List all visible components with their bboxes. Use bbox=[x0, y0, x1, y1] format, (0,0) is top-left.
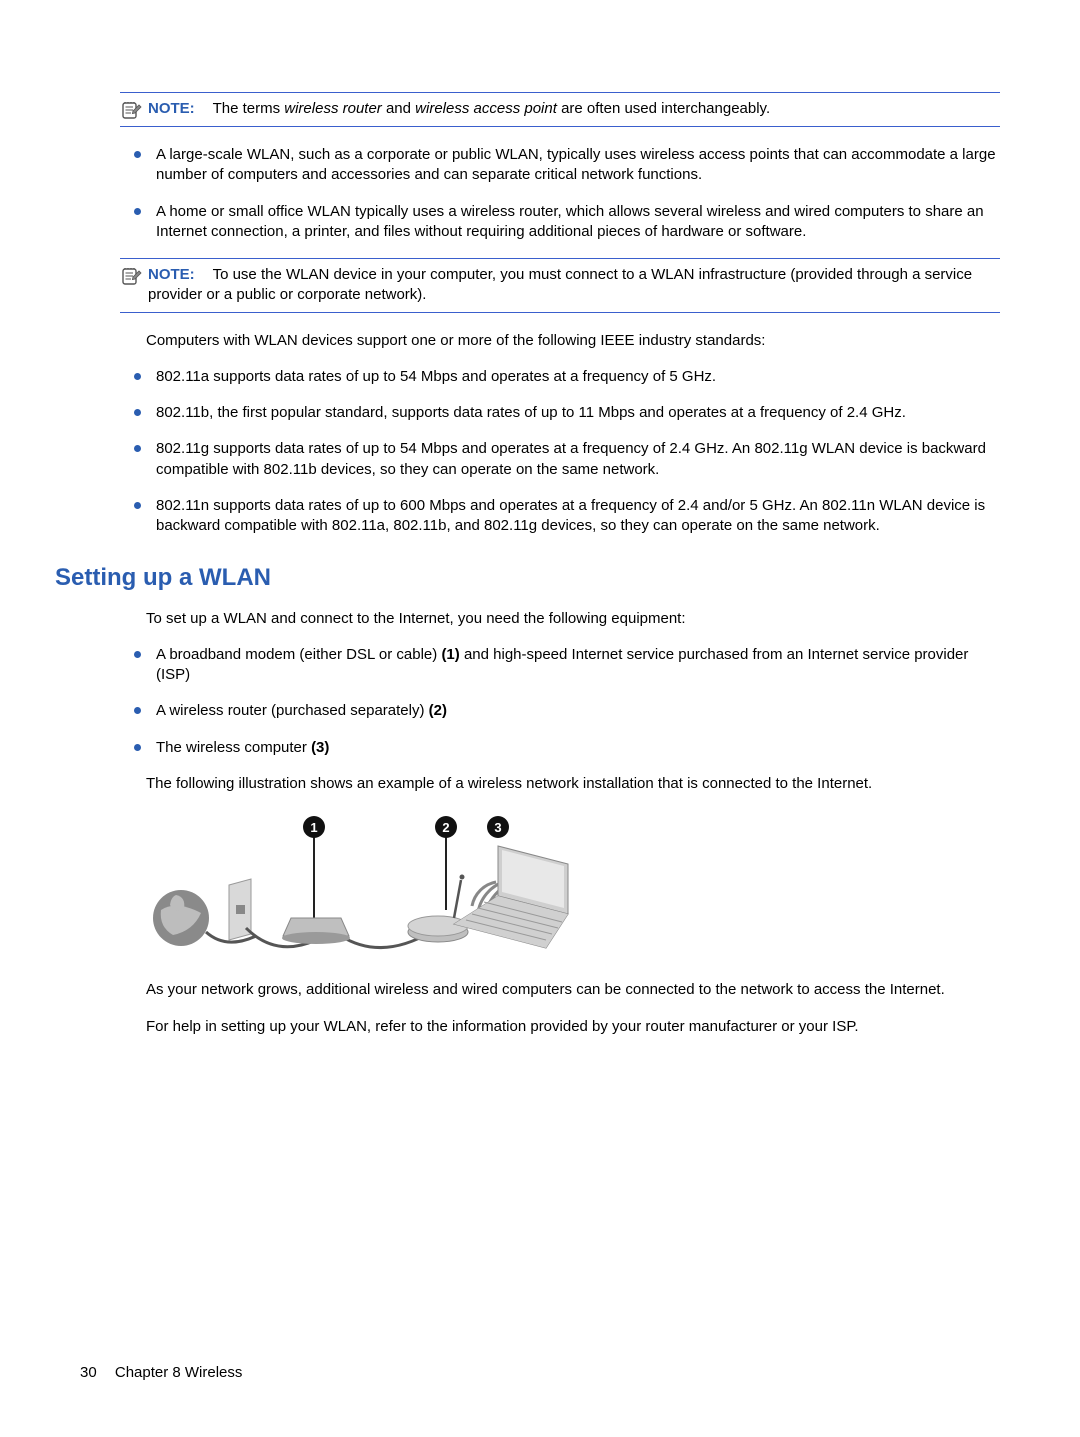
callout-2: 2 bbox=[435, 816, 457, 910]
note1-em2: wireless access point bbox=[415, 100, 557, 117]
note2-body: To use the WLAN device in your computer,… bbox=[148, 266, 972, 303]
page-number: 30 bbox=[80, 1364, 111, 1381]
bullet3-pre: The wireless computer bbox=[156, 739, 311, 756]
wlan-diagram: 1 2 3 bbox=[146, 810, 1000, 966]
list-item: 802.11n supports data rates of up to 600… bbox=[120, 496, 1000, 537]
bullet3-bold: (1) bbox=[441, 646, 459, 663]
note-text-2: NOTE: To use the WLAN device in your com… bbox=[148, 265, 1000, 306]
heading-setting-up-wlan: Setting up a WLAN bbox=[55, 562, 1000, 594]
bullet3-bold: (2) bbox=[429, 702, 447, 719]
note-block-1: NOTE: The terms wireless router and wire… bbox=[120, 92, 1000, 127]
svg-text:3: 3 bbox=[494, 820, 501, 835]
note-label: NOTE: bbox=[148, 100, 209, 117]
note-label: NOTE: bbox=[148, 266, 209, 283]
callout-1: 1 bbox=[303, 816, 325, 918]
page-footer: 30 Chapter 8 Wireless bbox=[80, 1363, 242, 1383]
chapter-title: Chapter 8 Wireless bbox=[115, 1364, 243, 1381]
list-item: The wireless computer (3) bbox=[120, 738, 1000, 758]
note1-mid: and bbox=[382, 100, 415, 117]
para-setup: To set up a WLAN and connect to the Inte… bbox=[146, 609, 1000, 629]
note-text-1: NOTE: The terms wireless router and wire… bbox=[148, 99, 1000, 119]
list-item: A wireless router (purchased separately)… bbox=[120, 701, 1000, 721]
callout-3: 3 bbox=[487, 816, 509, 838]
bullet-text: A home or small office WLAN typically us… bbox=[156, 203, 984, 240]
svg-text:2: 2 bbox=[442, 820, 449, 835]
bullet3-pre: A broadband modem (either DSL or cable) bbox=[156, 646, 441, 663]
bullet-text: A large-scale WLAN, such as a corporate … bbox=[156, 146, 996, 183]
para-standards: Computers with WLAN devices support one … bbox=[146, 331, 1000, 351]
para-help: For help in setting up your WLAN, refer … bbox=[146, 1017, 1000, 1037]
note1-em1: wireless router bbox=[284, 100, 382, 117]
bullet3-pre: A wireless router (purchased separately) bbox=[156, 702, 429, 719]
note-icon bbox=[120, 100, 142, 120]
para-network-grows: As your network grows, additional wirele… bbox=[146, 980, 1000, 1000]
page: NOTE: The terms wireless router and wire… bbox=[0, 0, 1080, 1437]
list-item: A broadband modem (either DSL or cable) … bbox=[120, 645, 1000, 686]
router-icon bbox=[408, 875, 468, 943]
note-icon bbox=[120, 266, 142, 286]
page-content: NOTE: The terms wireless router and wire… bbox=[120, 92, 1000, 1037]
bullet-text: 802.11n supports data rates of up to 600… bbox=[156, 497, 985, 534]
list-item: 802.11b, the first popular standard, sup… bbox=[120, 403, 1000, 423]
list-item: 802.11g supports data rates of up to 54 … bbox=[120, 439, 1000, 480]
bullet-list-standards: 802.11a supports data rates of up to 54 … bbox=[120, 367, 1000, 537]
modem-icon bbox=[282, 918, 350, 944]
note1-post: are often used interchangeably. bbox=[557, 100, 770, 117]
globe-icon bbox=[153, 890, 209, 946]
bullet-list-wlan-types: A large-scale WLAN, such as a corporate … bbox=[120, 145, 1000, 242]
list-item: A home or small office WLAN typically us… bbox=[120, 202, 1000, 243]
bullet-text: 802.11g supports data rates of up to 54 … bbox=[156, 440, 986, 477]
bullet3-bold: (3) bbox=[311, 739, 329, 756]
bullet-list-equipment: A broadband modem (either DSL or cable) … bbox=[120, 645, 1000, 758]
laptop-icon bbox=[454, 846, 568, 948]
para-illustration: The following illustration shows an exam… bbox=[146, 774, 1000, 794]
bullet-text: 802.11b, the first popular standard, sup… bbox=[156, 404, 906, 421]
list-item: A large-scale WLAN, such as a corporate … bbox=[120, 145, 1000, 186]
list-item: 802.11a supports data rates of up to 54 … bbox=[120, 367, 1000, 387]
note-block-2: NOTE: To use the WLAN device in your com… bbox=[120, 258, 1000, 313]
note1-pre: The terms bbox=[213, 100, 285, 117]
svg-text:1: 1 bbox=[310, 820, 317, 835]
bullet-text: 802.11a supports data rates of up to 54 … bbox=[156, 368, 716, 385]
